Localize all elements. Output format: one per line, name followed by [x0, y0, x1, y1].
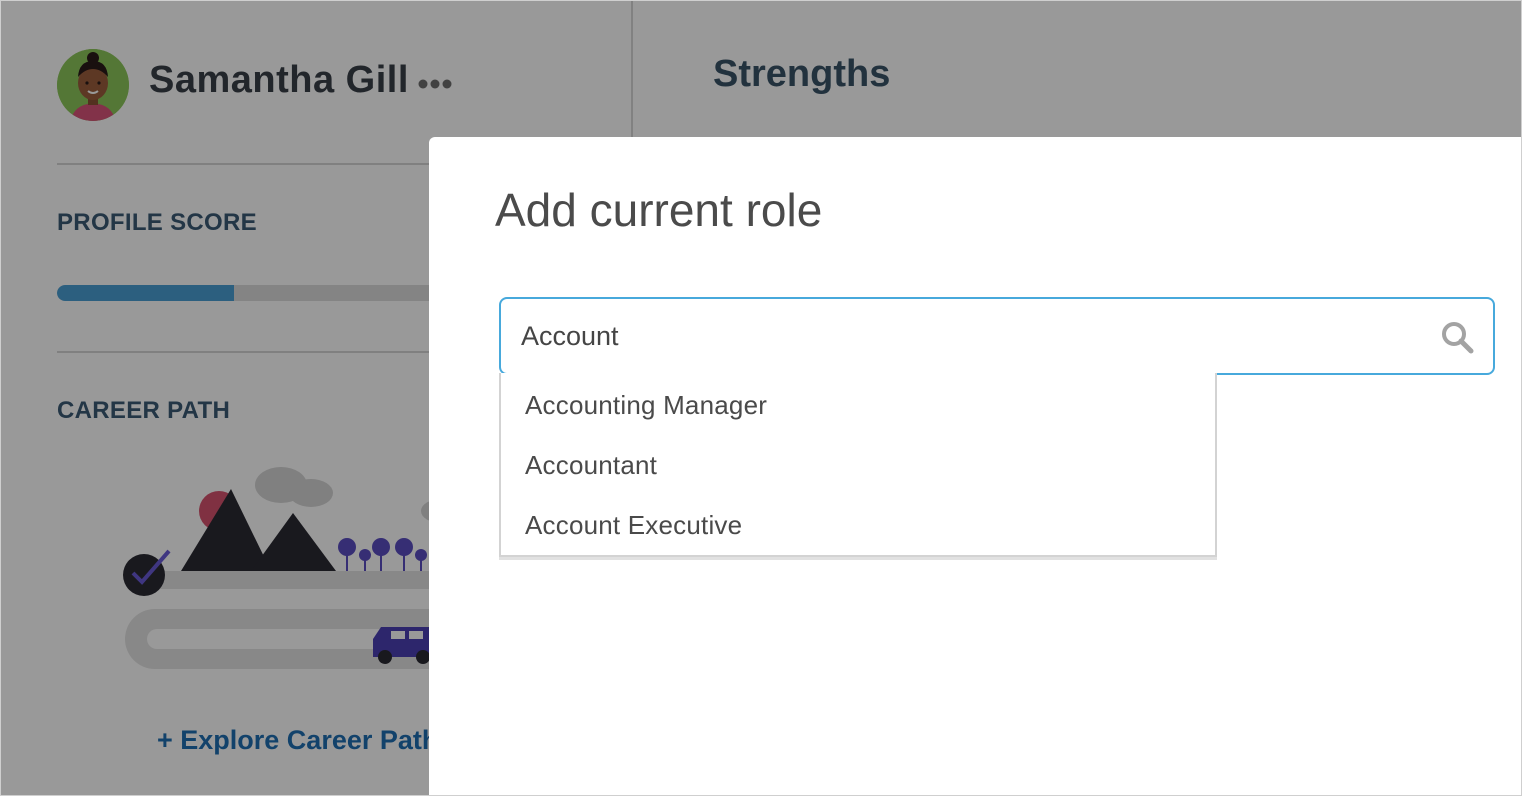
role-suggestions-dropdown: Accounting Manager Accountant Account Ex…	[499, 373, 1217, 557]
modal-title: Add current role	[495, 184, 823, 236]
suggestion-item[interactable]: Account Executive	[501, 495, 1215, 555]
suggestion-item[interactable]: Accounting Manager	[501, 375, 1215, 435]
search-icon[interactable]	[1439, 319, 1475, 355]
suggestion-item[interactable]: Accountant	[501, 435, 1215, 495]
add-role-modal: Add current role Accounting Manager Acco…	[429, 137, 1521, 795]
role-search-box	[499, 297, 1495, 375]
role-search-input[interactable]	[521, 299, 1421, 373]
app-window: Samantha Gill PROFILE SCORE CAREER PATH	[0, 0, 1522, 796]
